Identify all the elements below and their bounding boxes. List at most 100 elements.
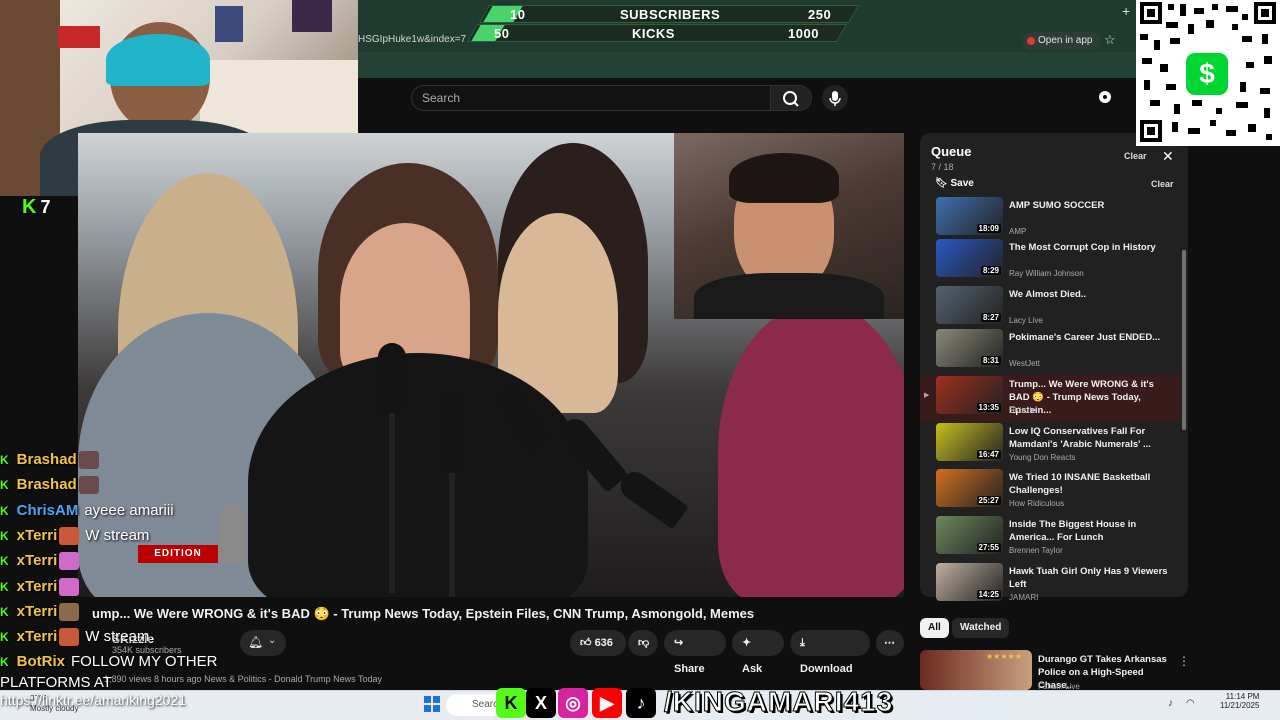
share-button[interactable]: ↪ Share [664,630,726,675]
person-right [718,303,904,597]
queue-item-channel[interactable]: How Ridiculous [1009,499,1064,508]
queue-item-title[interactable]: Low IQ Conservatives Fall For Mamdani's … [1009,425,1169,451]
queue-save-button[interactable]: 🔖︎ Save [935,178,974,189]
youtube-logo-icon: ▶ [592,688,622,718]
cashapp-logo-icon: $ [1186,53,1228,95]
queue-item-title[interactable]: Pokimane's Career Just ENDED... [1009,331,1169,344]
queue-item-title[interactable]: We Almost Died.. [1009,288,1169,301]
queue-item-title[interactable]: The Most Corrupt Cop in History [1009,241,1169,254]
notification-bell-button[interactable]: 🔔︎ ⌄ [240,630,286,656]
close-icon[interactable]: ✕ [1162,148,1174,165]
queue-item-thumbnail[interactable]: 13:35 [936,376,1003,414]
chat-message: KxTerri W stream [0,527,149,545]
dislike-button[interactable]: 👎︎ [628,630,658,656]
queue-item-title[interactable]: We Tried 10 INSANE Basketball Challenges… [1009,471,1169,497]
queue-item[interactable]: ▶ 13:35 Trump... We Were WRONG & it's BAD … [920,375,1180,422]
search-input[interactable]: Search [411,85,771,111]
chip-watched[interactable]: Watched [952,618,1010,638]
volume-icon[interactable]: ♪ [1168,698,1173,709]
queue-item-channel[interactable]: Lacy Live [1009,316,1043,325]
chat-username[interactable]: xTerri [17,603,58,620]
queue-item-duration: 27:55 [976,543,1001,552]
open-in-app-button[interactable]: Open in app [1022,32,1101,50]
queue-item[interactable]: 27:55 Inside The Biggest House in America… [920,515,1180,562]
chat-username[interactable]: xTerri [17,552,58,569]
ask-label: Ask [742,663,763,675]
microphone [615,466,689,530]
queue-item-channel[interactable]: AMP [1009,227,1026,236]
chat-emote-icon [59,628,80,647]
queue-item-channel[interactable]: JAMARI [1009,593,1038,602]
more-actions-button[interactable]: ⋯ [876,630,904,656]
queue-item-thumbnail[interactable]: 8:29 [936,239,1003,277]
queue-item-channel[interactable]: WestJett [1009,359,1040,368]
chat-username[interactable]: xTerri [17,628,58,645]
kick-badge-icon: K [0,554,9,569]
search-button[interactable] [770,85,812,111]
bookmark-star-icon[interactable]: ☆ [1104,32,1116,48]
kicks-current: 50 [494,26,510,41]
queue-item-thumbnail[interactable]: 14:25 [936,563,1003,601]
like-count: 636 [594,637,613,649]
queue-item-duration: 13:35 [976,403,1001,412]
browser-bookmark-bar [358,52,1138,78]
microphone [438,393,466,473]
mic-stand [389,413,395,593]
queue-clear-top-button[interactable]: Clear [1124,151,1147,161]
queue-item-thumbnail[interactable]: 18:09 [936,197,1003,235]
queue-item-thumbnail[interactable]: 8:27 [936,286,1003,324]
url-fragment[interactable]: HSGIpHuke1w&index=7 [358,34,466,45]
more-vertical-icon[interactable]: ⋮ [1178,654,1190,668]
sparkle-icon: ✦ [742,637,752,649]
microphone-icon [829,91,841,106]
queue-item-channel[interactable]: Young Don Reacts [1009,453,1075,462]
recommended-thumbnail[interactable]: ★★★★★ [920,650,1032,690]
like-button[interactable]: 👍︎ 636 [570,630,626,656]
taskbar-clock[interactable]: 11:14 PM 11/21/2025 [1220,692,1259,710]
chevron-down-icon: ⌄ [268,635,277,646]
queue-item-thumbnail[interactable]: 16:47 [936,423,1003,461]
now-playing-icon: ▶ [924,392,930,399]
queue-item[interactable]: 8:27 We Almost Died.. Lacy Live [920,285,1180,332]
queue-item-channel[interactable]: Brennen Taylor [1009,546,1063,555]
chat-username[interactable]: xTerri [17,527,58,544]
queue-item-duration: 16:47 [976,450,1001,459]
windows-start-icon[interactable] [424,696,440,712]
clock-time: 11:14 PM [1225,692,1260,701]
new-tab-plus-icon[interactable]: + [1122,3,1130,19]
queue-item-channel[interactable]: SKizzle [1009,406,1036,415]
chat-username[interactable]: ChrisAM [17,502,79,519]
queue-item-title[interactable]: Hawk Tuah Girl Only Has 9 Viewers Left [1009,565,1169,591]
queue-item[interactable]: 8:31 Pokimane's Career Just ENDED... WestJ… [920,328,1180,375]
queue-scrollbar[interactable] [1182,250,1186,430]
search-icon [783,91,799,107]
chat-username[interactable]: Brashad [17,476,77,493]
chat-username[interactable]: BotRix [17,653,65,670]
chat-username[interactable]: xTerri [17,578,58,595]
bookmark-icon: 🔖︎ [935,178,948,189]
queue-item[interactable]: 16:47 Low IQ Conservatives Fall For Mamda… [920,422,1180,469]
queue-item[interactable]: 25:27 We Tried 10 INSANE Basketball Chall… [920,468,1180,515]
queue-item[interactable]: 8:29 The Most Corrupt Cop in History Ray W… [920,238,1180,285]
queue-item-title[interactable]: Inside The Biggest House in America... F… [1009,518,1169,544]
queue-item-thumbnail[interactable]: 27:55 [936,516,1003,554]
queue-item-thumbnail[interactable]: 8:31 [936,329,1003,367]
queue-item[interactable]: 14:25 Hawk Tuah Girl Only Has 9 Viewers L… [920,562,1180,609]
download-button[interactable]: ⤓ Download [790,630,870,675]
ask-button[interactable]: ✦ Ask [732,630,784,675]
queue-item-thumbnail[interactable]: 25:27 [936,469,1003,507]
chat-username[interactable]: Brashad [17,451,77,468]
queue-clear-button[interactable]: Clear [1151,179,1174,189]
more-horizontal-icon: ⋯ [884,637,895,649]
kick-badge-icon: K [0,655,9,670]
chat-emote-icon [59,602,80,621]
create-icon[interactable] [1096,88,1114,106]
queue-item-title[interactable]: AMP SUMO SOCCER [1009,199,1169,212]
download-icon: ⤓ [800,637,805,649]
voice-search-button[interactable] [822,85,848,111]
subs-goal: 250 [808,7,832,22]
wifi-icon[interactable]: ◠ [1186,698,1195,709]
queue-item-channel[interactable]: Ray William Johnson [1009,269,1084,278]
queue-item[interactable]: 18:09 AMP SUMO SOCCER AMP [920,196,1180,243]
chip-all[interactable]: All [920,618,949,638]
